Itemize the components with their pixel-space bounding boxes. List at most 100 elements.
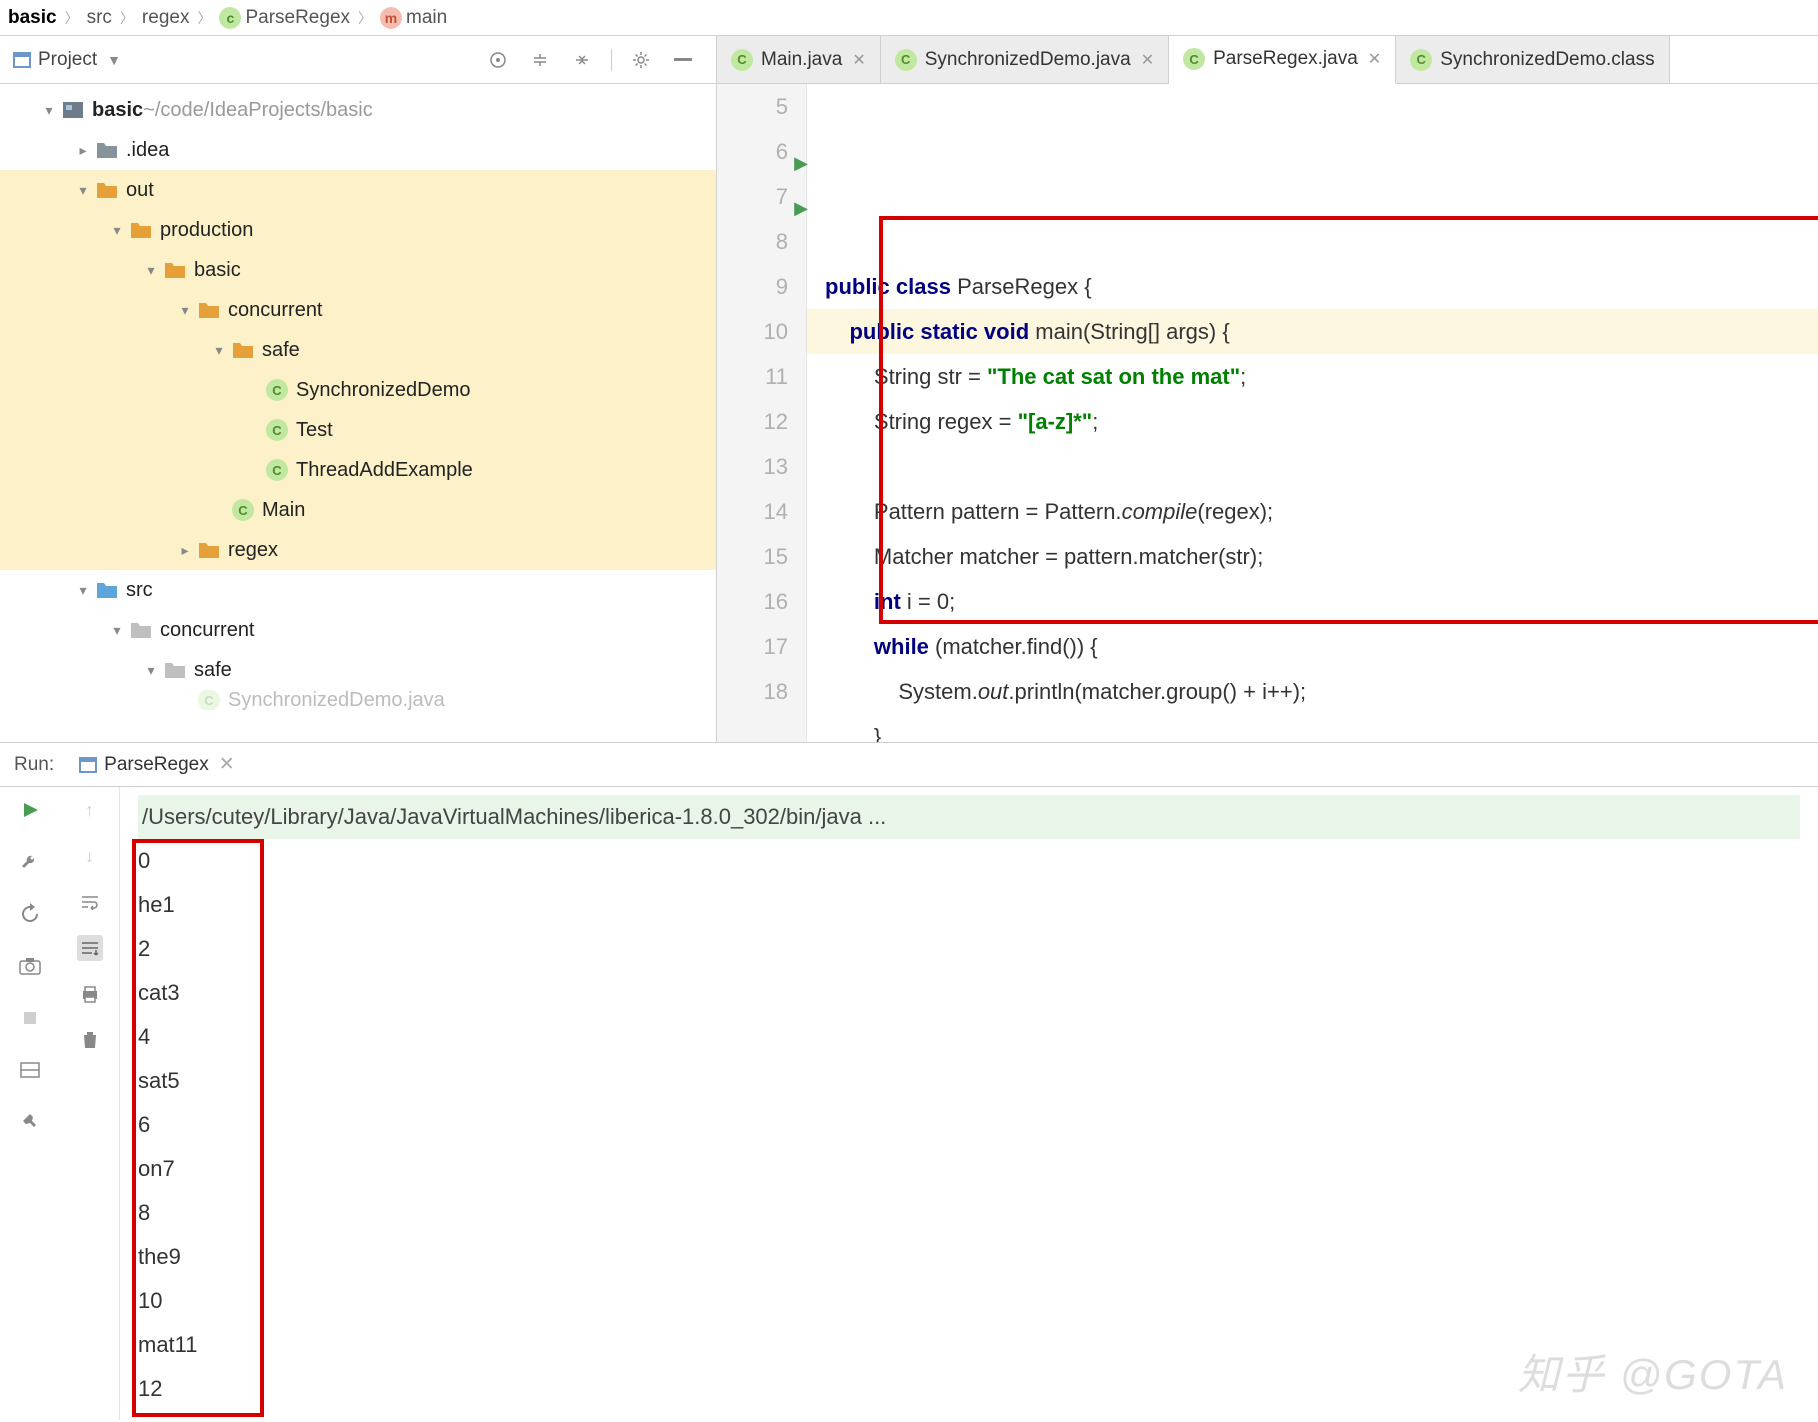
console-line: on7 xyxy=(138,1147,1800,1191)
rerun-icon[interactable] xyxy=(17,797,43,823)
close-icon[interactable]: ✕ xyxy=(852,50,865,70)
stop-icon[interactable] xyxy=(17,1005,43,1031)
tree-arrow[interactable]: ▾ xyxy=(38,102,60,119)
console-line: cat3 xyxy=(138,971,1800,1015)
tree-row[interactable]: C ThreadAddExample xyxy=(0,450,716,490)
class-icon: C xyxy=(1410,49,1432,71)
camera-icon[interactable] xyxy=(17,953,43,979)
tab-label: ParseRegex.java xyxy=(1213,48,1358,70)
run-config-name[interactable]: ParseRegex xyxy=(104,754,209,776)
tree-row[interactable]: ▸ .idea xyxy=(0,130,716,170)
breadcrumb-item[interactable]: regex xyxy=(142,7,190,29)
tree-row[interactable]: ▾safe xyxy=(0,330,716,370)
class-icon: C xyxy=(266,459,288,481)
tree-row[interactable]: ▾basic xyxy=(0,250,716,290)
class-icon: C xyxy=(198,690,220,710)
hide-icon[interactable] xyxy=(670,47,696,73)
highlight-box xyxy=(879,216,1818,624)
tree-arrow[interactable]: ▾ xyxy=(106,222,128,239)
tree-arrow[interactable]: ▾ xyxy=(106,622,128,639)
project-tree[interactable]: ▾basic ~/code/IdeaProjects/basic ▸ .idea ▾o… xyxy=(0,84,716,742)
class-icon: C xyxy=(895,49,917,71)
layout-icon[interactable] xyxy=(17,1057,43,1083)
tree-label: SynchronizedDemo xyxy=(296,379,471,402)
console-line: the9 xyxy=(138,1235,1800,1279)
close-icon[interactable]: ✕ xyxy=(219,753,235,776)
pin-icon[interactable] xyxy=(17,1109,43,1135)
expand-icon[interactable] xyxy=(527,47,553,73)
run-marker-icon[interactable]: ▶ xyxy=(794,141,808,186)
console-cmd: /Users/cutey/Library/Java/JavaVirtualMac… xyxy=(138,795,1800,839)
tree-arrow[interactable]: ▾ xyxy=(72,182,94,199)
folder-icon xyxy=(94,139,120,161)
tree-arrow[interactable]: ▾ xyxy=(140,662,162,679)
tree-row[interactable]: C SynchronizedDemo xyxy=(0,370,716,410)
run-marker-icon[interactable]: ▶ xyxy=(794,186,808,231)
tree-label: safe xyxy=(194,659,232,682)
code-area[interactable]: public class ParseRegex { public static … xyxy=(807,84,1818,742)
tree-label: concurrent xyxy=(228,299,323,322)
tree-row[interactable]: ▾production xyxy=(0,210,716,250)
trash-icon[interactable] xyxy=(77,1027,103,1053)
tree-row[interactable]: ▾basic ~/code/IdeaProjects/basic xyxy=(0,90,716,130)
close-icon[interactable]: ✕ xyxy=(1368,49,1381,69)
editor-tab[interactable]: CMain.java✕ xyxy=(717,36,881,83)
down-icon[interactable]: ↓ xyxy=(77,843,103,869)
print-icon[interactable] xyxy=(77,981,103,1007)
tab-label: Main.java xyxy=(761,49,842,71)
tree-row[interactable]: ▸regex xyxy=(0,530,716,570)
console-line: 6 xyxy=(138,1103,1800,1147)
tree-label: .idea xyxy=(126,139,169,162)
collapse-icon[interactable] xyxy=(569,47,595,73)
breadcrumb-item[interactable]: ParseRegex xyxy=(245,7,350,29)
tree-label: ThreadAddExample xyxy=(296,459,473,482)
tree-row[interactable]: CMain xyxy=(0,490,716,530)
tree-row[interactable]: ▾ concurrent xyxy=(0,610,716,650)
tree-arrow[interactable]: ▾ xyxy=(174,302,196,319)
line-number: 5 xyxy=(717,84,788,129)
code-line: } xyxy=(825,714,1818,742)
tree-row[interactable]: ▾out xyxy=(0,170,716,210)
breadcrumb-item[interactable]: src xyxy=(87,7,112,29)
gear-icon[interactable] xyxy=(628,47,654,73)
class-icon: C xyxy=(232,499,254,521)
wrap-icon[interactable] xyxy=(77,889,103,915)
tree-arrow[interactable]: ▸ xyxy=(72,142,94,159)
tree-row[interactable]: ▾src xyxy=(0,570,716,610)
up-icon[interactable]: ↑ xyxy=(77,797,103,823)
target-icon[interactable] xyxy=(485,47,511,73)
breadcrumb-item[interactable]: main xyxy=(406,7,447,29)
project-header: Project ▼ xyxy=(0,36,716,84)
folder-icon xyxy=(128,619,154,641)
wrench-icon[interactable] xyxy=(17,849,43,875)
chevron-down-icon[interactable]: ▼ xyxy=(107,52,121,68)
class-icon: C xyxy=(266,419,288,441)
tree-row[interactable]: CSynchronizedDemo.java xyxy=(0,690,716,710)
rerun2-icon[interactable] xyxy=(17,901,43,927)
console-line: he1 xyxy=(138,883,1800,927)
run-config-icon xyxy=(78,755,98,775)
close-icon[interactable]: ✕ xyxy=(1141,50,1154,70)
tree-arrow[interactable]: ▾ xyxy=(140,262,162,279)
tree-arrow[interactable]: ▾ xyxy=(72,582,94,599)
run-toolbar-left xyxy=(0,787,60,1420)
class-icon: C xyxy=(266,379,288,401)
line-number: 13 xyxy=(717,444,788,489)
editor-pane: CMain.java✕CSynchronizedDemo.java✕CParse… xyxy=(717,36,1818,742)
tree-path: ~/code/IdeaProjects/basic xyxy=(143,99,373,122)
tree-label: concurrent xyxy=(160,619,255,642)
folder-open-icon xyxy=(196,539,222,561)
tree-row[interactable]: ▾ concurrent xyxy=(0,290,716,330)
tree-row[interactable]: CTest xyxy=(0,410,716,450)
editor-tab[interactable]: CParseRegex.java✕ xyxy=(1169,36,1396,84)
console-output[interactable]: /Users/cutey/Library/Java/JavaVirtualMac… xyxy=(120,787,1818,1420)
tree-arrow[interactable]: ▾ xyxy=(208,342,230,359)
tree-arrow[interactable]: ▸ xyxy=(174,542,196,559)
editor-tab[interactable]: CSynchronizedDemo.java✕ xyxy=(881,36,1169,83)
breadcrumb-item[interactable]: basic xyxy=(8,7,57,29)
editor-tab[interactable]: C SynchronizedDemo.class xyxy=(1396,36,1669,83)
folder-open-icon xyxy=(196,299,222,321)
tree-row[interactable]: ▾ safe xyxy=(0,650,716,690)
tab-label: SynchronizedDemo.class xyxy=(1440,49,1654,71)
scroll-icon[interactable] xyxy=(77,935,103,961)
